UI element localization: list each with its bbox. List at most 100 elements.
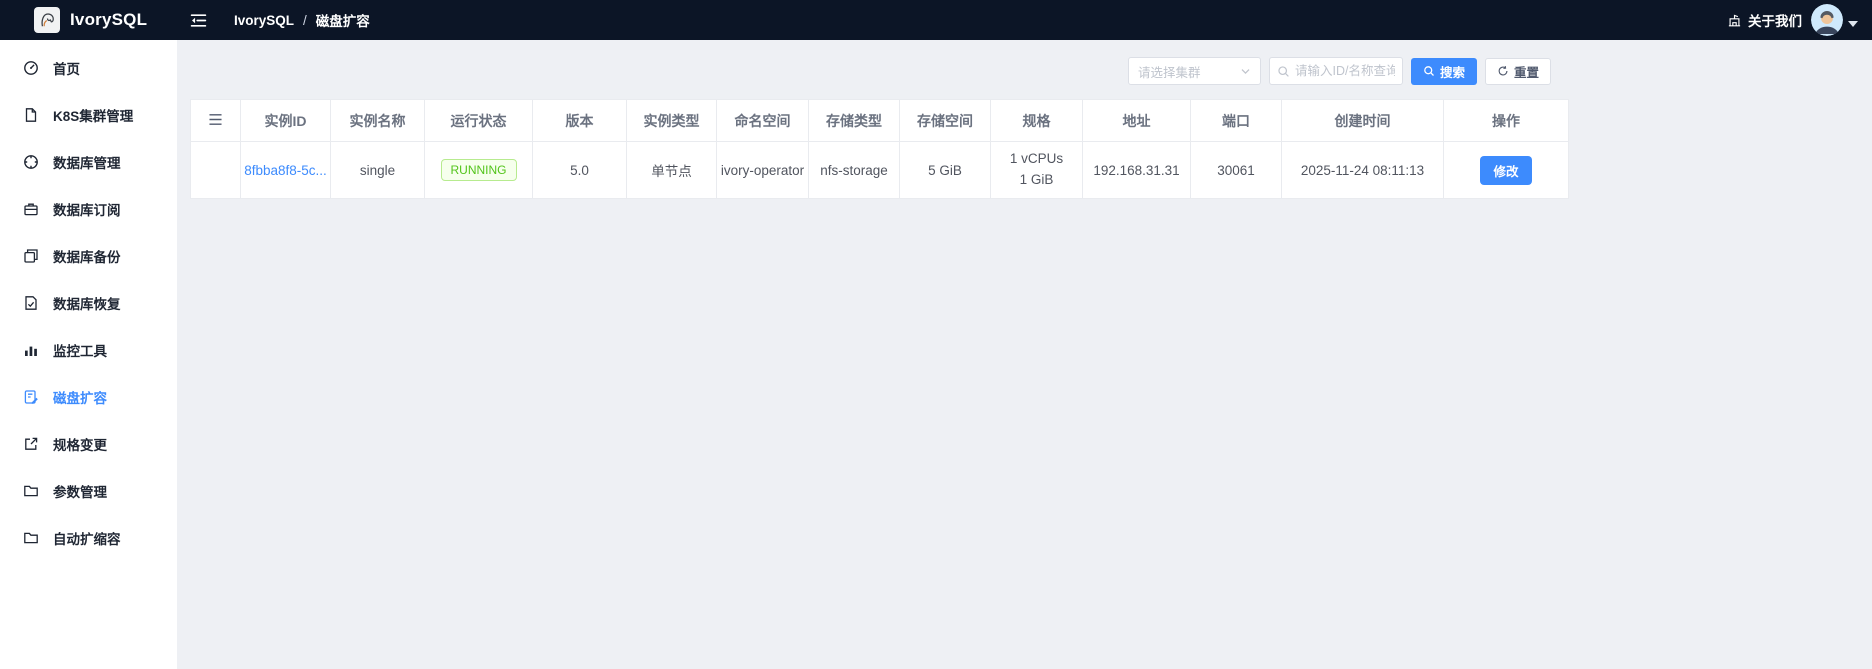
cell-port: 30061: [1190, 141, 1282, 199]
sidebar-item-autoscale[interactable]: 自动扩缩容: [0, 514, 177, 561]
cell-actions: 修改: [1443, 141, 1569, 199]
search-button-label: 搜索: [1439, 65, 1465, 80]
col-header-namespace: 命名空间: [716, 99, 809, 142]
topbar: IvorySQL IvorySQL / 磁盘扩容 关于我们: [0, 0, 1872, 40]
reset-button[interactable]: 重置: [1484, 57, 1551, 85]
cell-storage-type: nfs-storage: [808, 141, 900, 199]
filter-bar: 请选择集群 搜索: [177, 57, 1551, 85]
dashboard-icon: [22, 59, 39, 76]
cell-storage-size: 5 GiB: [899, 141, 991, 199]
ivorysql-logo-icon: [34, 7, 60, 33]
main-content: 请选择集群 搜索: [177, 40, 1872, 669]
table-header-row: 实例ID 实例名称 运行状态 版本 实例类型 命名空间 存储类型 存储空间 规格…: [190, 99, 1569, 142]
cell-status: RUNNING: [424, 141, 533, 199]
spec-change-icon: [22, 435, 39, 452]
database-backup-icon: [22, 247, 39, 264]
cell-namespace: ivory-operator: [716, 141, 809, 199]
modify-button[interactable]: 修改: [1480, 155, 1532, 185]
breadcrumb-separator: /: [303, 12, 307, 28]
cell-instance-name: single: [330, 141, 425, 199]
search-input[interactable]: [1294, 64, 1395, 78]
user-menu[interactable]: [1811, 4, 1858, 36]
disk-expand-icon: [22, 388, 39, 405]
sidebar-item-label: 规格变更: [53, 437, 107, 453]
col-header-instance-name: 实例名称: [330, 99, 425, 142]
col-header-actions: 操作: [1443, 99, 1569, 142]
sidebar: 首页 K8S集群管理 数据库管理 数据库订阅 数据库备份 数据库恢复 监控工具 …: [0, 40, 177, 669]
col-header-version: 版本: [532, 99, 627, 142]
sidebar-item-label: 监控工具: [53, 343, 107, 359]
sidebar-item-spec-change[interactable]: 规格变更: [0, 420, 177, 467]
sidebar-item-label: 数据库订阅: [53, 202, 121, 218]
refresh-icon: [1497, 65, 1509, 77]
sidebar-item-database-restore[interactable]: 数据库恢复: [0, 279, 177, 326]
breadcrumb-root[interactable]: IvorySQL: [234, 13, 294, 28]
col-header-instance-type: 实例类型: [626, 99, 717, 142]
sidebar-item-k8s-cluster[interactable]: K8S集群管理: [0, 91, 177, 138]
avatar: [1811, 4, 1843, 36]
sidebar-item-label: 数据库管理: [53, 155, 121, 171]
sidebar-item-disk-expand[interactable]: 磁盘扩容: [0, 373, 177, 420]
search-button[interactable]: 搜索: [1410, 57, 1477, 85]
about-us-button[interactable]: 关于我们: [1727, 10, 1802, 30]
brand: IvorySQL: [0, 7, 177, 33]
col-header-storage-size: 存储空间: [899, 99, 991, 142]
sidebar-item-param-manage[interactable]: 参数管理: [0, 467, 177, 514]
sidebar-item-database-backup[interactable]: 数据库备份: [0, 232, 177, 279]
col-header-storage-type: 存储类型: [808, 99, 900, 142]
sidebar-item-database-subscribe[interactable]: 数据库订阅: [0, 185, 177, 232]
spec-memory: 1 GiB: [1019, 172, 1054, 187]
instances-table: 实例ID 实例名称 运行状态 版本 实例类型 命名空间 存储类型 存储空间 规格…: [190, 99, 1569, 199]
instance-id-link[interactable]: 8fbba8f8-5c...: [244, 163, 327, 178]
sidebar-item-database-manage[interactable]: 数据库管理: [0, 138, 177, 185]
database-manage-icon: [22, 153, 39, 170]
about-icon: [1727, 13, 1742, 28]
cell-created-at: 2025-11-24 08:11:13: [1281, 141, 1444, 199]
cluster-select-placeholder: 请选择集群: [1137, 65, 1201, 80]
sidebar-item-monitor-tools[interactable]: 监控工具: [0, 326, 177, 373]
cell-instance-id: 8fbba8f8-5c...: [240, 141, 331, 199]
cell-version: 5.0: [532, 141, 627, 199]
database-subscribe-icon: [22, 200, 39, 217]
sidebar-collapse-icon[interactable]: [189, 12, 208, 29]
sidebar-item-label: 自动扩缩容: [53, 531, 121, 547]
search-box: [1268, 57, 1403, 85]
column-settings-cell: [190, 99, 241, 142]
sidebar-item-label: K8S集群管理: [53, 108, 134, 124]
col-header-status: 运行状态: [424, 99, 533, 142]
sidebar-item-label: 参数管理: [53, 484, 107, 500]
breadcrumb: IvorySQL / 磁盘扩容: [234, 10, 370, 30]
search-icon: [1423, 65, 1435, 77]
reset-button-label: 重置: [1513, 65, 1539, 80]
table-row: 8fbba8f8-5c... single RUNNING 5.0 单节点 iv…: [190, 141, 1569, 199]
cell-address: 192.168.31.31: [1082, 141, 1191, 199]
sidebar-item-label: 数据库恢复: [53, 296, 121, 312]
chevron-down-icon: [1240, 66, 1251, 77]
status-badge: RUNNING: [440, 159, 517, 181]
sidebar-item-label: 磁盘扩容: [53, 390, 107, 406]
autoscale-icon: [22, 529, 39, 546]
sidebar-item-home[interactable]: 首页: [0, 44, 177, 91]
topbar-right: 关于我们: [1727, 4, 1872, 36]
sidebar-item-label: 首页: [53, 61, 80, 77]
chevron-down-icon: [1848, 21, 1858, 27]
database-restore-icon: [22, 294, 39, 311]
sidebar-item-label: 数据库备份: [53, 249, 121, 265]
cell-spec: 1 vCPUs 1 GiB: [990, 141, 1083, 199]
col-header-created-at: 创建时间: [1281, 99, 1444, 142]
column-settings-icon[interactable]: [208, 113, 223, 126]
col-header-address: 地址: [1082, 99, 1191, 142]
about-label: 关于我们: [1748, 14, 1802, 29]
cluster-select[interactable]: 请选择集群: [1127, 57, 1261, 85]
brand-name: IvorySQL: [70, 10, 148, 29]
search-icon: [1277, 65, 1290, 78]
breadcrumb-current: 磁盘扩容: [315, 14, 370, 29]
monitor-tools-icon: [22, 341, 39, 358]
col-header-port: 端口: [1190, 99, 1282, 142]
spec-cpu: 1 vCPUs: [1009, 151, 1064, 167]
col-header-spec: 规格: [990, 99, 1083, 142]
k8s-cluster-icon: [22, 106, 39, 123]
cell-instance-type: 单节点: [626, 141, 717, 199]
row-select-cell: [190, 141, 241, 199]
param-manage-icon: [22, 482, 39, 499]
